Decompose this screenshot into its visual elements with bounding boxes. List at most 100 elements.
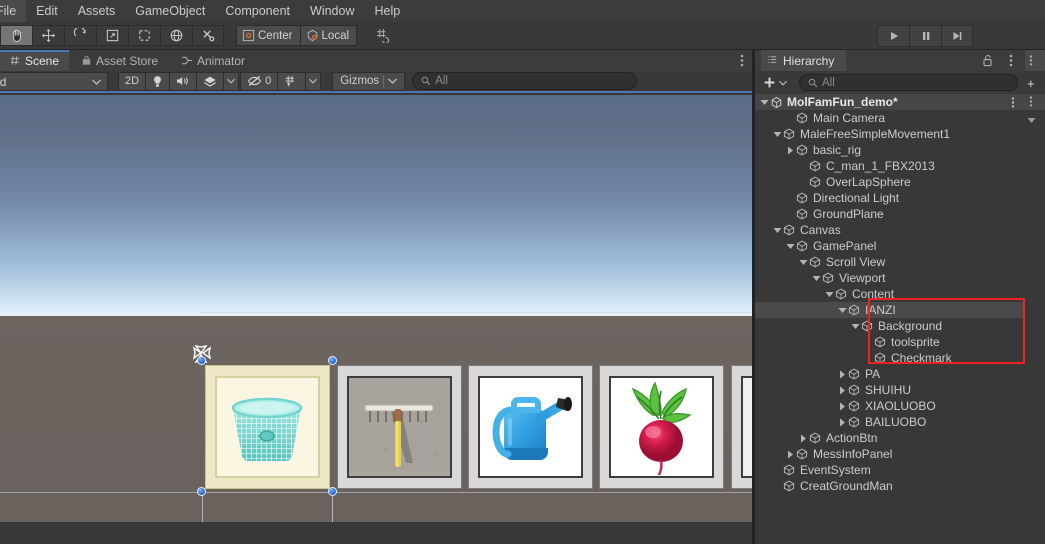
hand-tool[interactable]	[0, 25, 32, 46]
hierarchy-item[interactable]: Scroll View	[755, 254, 1023, 270]
card-basket[interactable]	[205, 365, 330, 489]
chevron-right-icon[interactable]	[837, 386, 848, 395]
grid-dropdown[interactable]	[305, 71, 322, 91]
scene-search-input[interactable]: All	[412, 72, 638, 90]
inspector-expand-icon[interactable]	[1027, 113, 1036, 127]
chevron-down-icon[interactable]	[785, 243, 796, 250]
gizmos-button[interactable]: Gizmos	[332, 71, 406, 91]
hierarchy-item[interactable]: MaleFreeSimpleMovement1	[755, 126, 1023, 142]
chevron-down-icon[interactable]	[772, 227, 783, 234]
menu-item-edit[interactable]: Edit	[26, 0, 68, 22]
hierarchy-toolbar: All	[755, 71, 1023, 94]
custom-tool[interactable]	[192, 25, 224, 46]
menu-item-component[interactable]: Component	[215, 0, 300, 22]
hierarchy-item[interactable]: BAILUOBO	[755, 414, 1023, 430]
add-gameobject-button[interactable]	[760, 74, 790, 92]
hidden-objects-button[interactable]: 0	[240, 71, 278, 91]
hierarchy-item[interactable]: XIAOLUOBO	[755, 398, 1023, 414]
hierarchy-item[interactable]: EventSystem	[755, 462, 1023, 478]
menu-item-help[interactable]: Help	[364, 0, 410, 22]
move-tool[interactable]	[32, 25, 64, 46]
hierarchy-item[interactable]: C_man_1_FBX2013	[755, 158, 1023, 174]
toggle-audio-button[interactable]	[169, 71, 197, 91]
step-button[interactable]	[941, 25, 973, 47]
chevron-right-icon[interactable]	[785, 450, 796, 459]
chevron-down-icon[interactable]	[772, 131, 783, 138]
pivot-mode-button[interactable]: Center	[236, 25, 300, 46]
chevron-right-icon[interactable]	[837, 370, 848, 379]
handle-rotation-button[interactable]: Local	[299, 25, 358, 46]
fx-dropdown[interactable]	[223, 71, 240, 91]
rect-tool[interactable]	[128, 25, 160, 46]
rotate-tool[interactable]	[64, 25, 96, 46]
hierarchy-item[interactable]: Directional Light	[755, 190, 1023, 206]
chevron-down-icon[interactable]	[850, 323, 861, 330]
chevron-right-icon[interactable]	[785, 146, 796, 155]
tab-asset-store[interactable]: Asset Store	[71, 50, 168, 71]
hierarchy-item[interactable]: basic_rig	[755, 142, 1023, 158]
draw-mode-dropdown[interactable]: Shaded	[0, 72, 108, 91]
chevron-down-icon[interactable]	[837, 307, 848, 314]
menu-item-gameobject[interactable]: GameObject	[125, 0, 215, 22]
grid-visibility-button[interactable]	[277, 71, 306, 91]
chevron-down-icon[interactable]	[824, 291, 835, 298]
grid-snap-button[interactable]	[367, 25, 402, 46]
hierarchy-item[interactable]: Background	[755, 318, 1023, 334]
pause-button[interactable]	[909, 25, 941, 47]
toggle-lighting-button[interactable]	[145, 71, 170, 91]
hierarchy-tree[interactable]: MolFamFun_demo* Main Camera MaleFreeSimple…	[755, 94, 1023, 544]
hierarchy-item[interactable]: SHUIHU	[755, 382, 1023, 398]
menu-item-assets[interactable]: Assets	[68, 0, 126, 22]
chevron-right-icon[interactable]	[837, 402, 848, 411]
card-partial[interactable]	[731, 365, 752, 489]
hierarchy-item[interactable]: IANZI	[755, 302, 1023, 318]
chevron-down-icon[interactable]	[798, 259, 809, 266]
toggle-fx-button[interactable]	[196, 71, 224, 91]
inspector-tab[interactable]	[1025, 50, 1045, 71]
hierarchy-menu-icon[interactable]	[1009, 54, 1013, 70]
hierarchy-item[interactable]: CreatGroundMan	[755, 478, 1023, 494]
hierarchy-item[interactable]: Checkmark	[755, 350, 1023, 366]
scene-viewport[interactable]	[0, 95, 752, 522]
chevron-right-icon[interactable]	[798, 434, 809, 443]
hierarchy-item[interactable]: OverLapSphere	[755, 174, 1023, 190]
hierarchy-item[interactable]: Canvas	[755, 222, 1023, 238]
hierarchy-item[interactable]: Main Camera	[755, 110, 1023, 126]
card-radish[interactable]	[599, 365, 724, 489]
hierarchy-item[interactable]: MessInfoPanel	[755, 446, 1023, 462]
selection-handle-tl[interactable]	[197, 356, 206, 365]
tab-scene[interactable]: Scene	[0, 50, 70, 71]
menu-item-window[interactable]: Window	[300, 0, 364, 22]
inspector-menu-icon[interactable]	[1029, 55, 1033, 69]
toggle-2d-button[interactable]: 2D	[118, 71, 146, 91]
scene-row-menu-icon[interactable]	[1011, 97, 1015, 111]
scene-tab-menu-icon[interactable]	[740, 54, 744, 70]
card-watering-can[interactable]	[468, 365, 593, 489]
hierarchy-scene-root[interactable]: MolFamFun_demo*	[755, 94, 1023, 110]
play-button[interactable]	[877, 25, 909, 47]
hierarchy-icon	[768, 56, 777, 63]
selection-handle-bl[interactable]	[197, 487, 206, 496]
inspector-add-icon[interactable]: +	[1027, 76, 1035, 91]
hierarchy-item[interactable]: Content	[755, 286, 1023, 302]
tab-animator[interactable]: Animator	[171, 50, 255, 71]
selection-handle-br[interactable]	[328, 487, 337, 496]
selection-handle-tr[interactable]	[328, 356, 337, 365]
hierarchy-item[interactable]: PA	[755, 366, 1023, 382]
hierarchy-item[interactable]: Viewport	[755, 270, 1023, 286]
tab-hierarchy[interactable]: Hierarchy	[761, 50, 847, 71]
card-rake[interactable]	[337, 365, 462, 489]
transform-tool[interactable]	[160, 25, 192, 46]
hierarchy-search-input[interactable]: All	[799, 74, 1018, 91]
hierarchy-item[interactable]: GroundPlane	[755, 206, 1023, 222]
hierarchy-item[interactable]: toolsprite	[755, 334, 1023, 350]
chevron-right-icon[interactable]	[837, 418, 848, 427]
scale-tool[interactable]	[96, 25, 128, 46]
hierarchy-item[interactable]: ActionBtn	[755, 430, 1023, 446]
chevron-down-icon[interactable]	[811, 275, 822, 282]
inspector-row-menu-icon[interactable]	[1029, 96, 1033, 110]
chevron-down-icon[interactable]	[759, 99, 770, 106]
menu-item-file[interactable]: File	[0, 0, 27, 22]
hierarchy-item[interactable]: GamePanel	[755, 238, 1023, 254]
lock-icon[interactable]	[982, 54, 993, 70]
